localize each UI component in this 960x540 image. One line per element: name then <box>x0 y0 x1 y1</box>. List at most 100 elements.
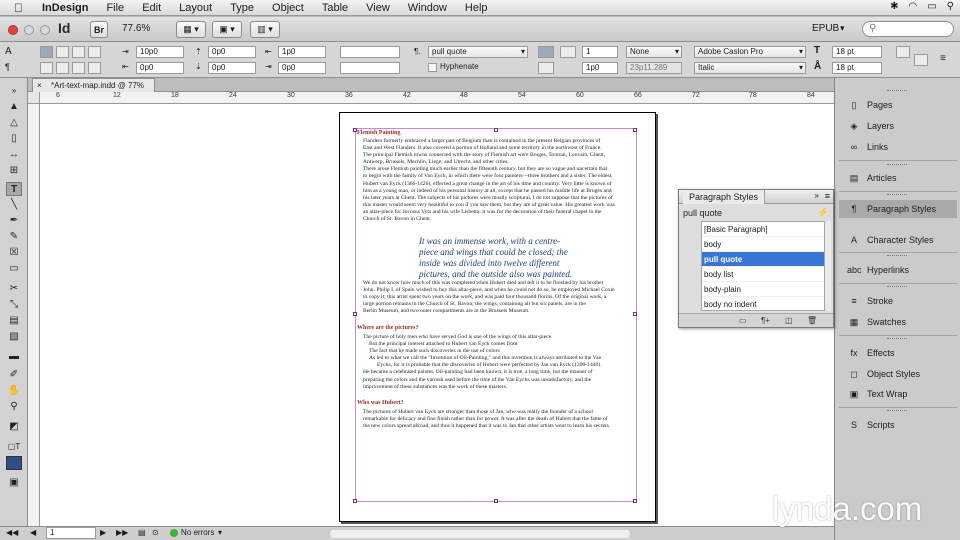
close-tab-icon[interactable]: × <box>37 79 42 92</box>
horizontal-ruler[interactable]: 6 12 18 24 30 36 42 48 54 60 66 72 78 84 <box>40 92 834 104</box>
dock-stroke[interactable]: ≡ Stroke <box>839 292 957 310</box>
preflight-profile-icon[interactable]: ⊙ <box>152 528 159 537</box>
search-field[interactable]: ⚲ <box>862 21 954 37</box>
gradient-feather-tool-icon[interactable]: ▧ <box>6 330 22 344</box>
dock-grip[interactable] <box>887 338 907 341</box>
selection-tool-icon[interactable]: ▲ <box>6 100 22 114</box>
minimize-window-icon[interactable] <box>24 25 34 35</box>
new-style-group-icon[interactable]: ▭ <box>739 316 747 325</box>
frame-handle[interactable] <box>353 499 357 503</box>
type-tool-icon[interactable]: T <box>6 182 22 196</box>
style-list-scrollbar[interactable] <box>825 221 831 311</box>
open-page-icon[interactable]: ▤ <box>138 528 146 537</box>
menu-layout[interactable]: Layout <box>170 0 221 16</box>
close-window-icon[interactable] <box>8 25 18 35</box>
menu-view[interactable]: View <box>357 0 399 16</box>
previous-page-icon[interactable]: ◀ <box>30 528 36 537</box>
dock-hyperlinks[interactable]: abc Hyperlinks <box>839 261 957 279</box>
dock-scripts[interactable]: S Scripts <box>839 416 957 434</box>
dock-grip[interactable] <box>887 194 907 197</box>
menu-type[interactable]: Type <box>221 0 263 16</box>
menu-app[interactable]: InDesign <box>33 0 97 16</box>
rectangle-frame-tool-icon[interactable]: ☒ <box>6 246 22 260</box>
document-tab[interactable]: × *Art-text-map.indd @ 77% <box>32 78 156 92</box>
left-indent-field[interactable]: 10p0 <box>136 46 184 58</box>
panel-menu-icon[interactable]: ≡ <box>825 191 830 201</box>
frame-handle[interactable] <box>353 312 357 316</box>
menu-help[interactable]: Help <box>456 0 497 16</box>
pull-quote[interactable]: It was an immense work, with a centre-pi… <box>419 236 572 280</box>
font-family-select[interactable]: Adobe Caslon Pro <box>694 46 806 58</box>
ruler-corner[interactable] <box>28 92 40 104</box>
apply-color-icon[interactable] <box>6 456 22 470</box>
frame-handle[interactable] <box>353 128 357 132</box>
hand-tool-icon[interactable]: ✋ <box>6 384 22 398</box>
style-row[interactable]: body no indent <box>702 297 824 310</box>
frame-handle[interactable] <box>494 499 498 503</box>
text-frame[interactable]: Flemish Painting Flanders formerly embra… <box>357 130 635 502</box>
fill-stroke-icon[interactable]: ◩ <box>6 420 22 434</box>
preflight-menu-icon[interactable]: ▾ <box>218 528 222 537</box>
space-field-a[interactable] <box>340 46 400 58</box>
menu-edit[interactable]: Edit <box>133 0 170 16</box>
page-tool-icon[interactable]: ▯ <box>6 132 22 146</box>
dock-grip[interactable] <box>887 410 907 413</box>
next-page-icon[interactable]: ▶ <box>100 528 106 537</box>
position-field[interactable]: 23p11.289 <box>626 62 682 74</box>
bridge-button[interactable]: Br <box>90 21 108 38</box>
baseline-grid-off-button[interactable] <box>538 46 554 58</box>
panel-tab[interactable]: Paragraph Styles <box>683 190 766 204</box>
baseline-grid-on-button[interactable] <box>538 62 554 74</box>
space-after-field[interactable]: 0p0 <box>208 62 256 74</box>
delete-style-icon[interactable]: 🗑 <box>807 316 817 325</box>
dock-layers[interactable]: ◈ Layers <box>839 117 957 135</box>
zoom-tool-icon[interactable]: ⚲ <box>6 400 22 414</box>
view-options-button[interactable]: ▦ ▾ <box>176 21 206 38</box>
quick-apply-button[interactable] <box>914 54 928 66</box>
dock-text-wrap[interactable]: ▣ Text Wrap <box>839 385 957 403</box>
align-towards-spine-button[interactable] <box>88 46 101 58</box>
frame-handle[interactable] <box>494 128 498 132</box>
frame-handle[interactable] <box>633 312 637 316</box>
free-transform-tool-icon[interactable]: ⤡ <box>6 298 22 312</box>
dock-pages[interactable]: ▯ Pages <box>839 96 957 114</box>
font-style-select[interactable]: Italic <box>694 62 806 74</box>
collapse-panel-icon[interactable]: » <box>815 191 819 200</box>
collapse-tools-icon[interactable]: » <box>6 84 22 98</box>
note-tool-icon[interactable]: ▬ <box>6 350 22 364</box>
menu-object[interactable]: Object <box>263 0 313 16</box>
dock-grip[interactable] <box>887 164 907 167</box>
align-right-button[interactable] <box>72 46 85 58</box>
last-line-indent-field[interactable]: 0p0 <box>278 62 326 74</box>
last-page-icon[interactable]: ▶▶ <box>116 528 128 537</box>
panel-title-bar[interactable]: Paragraph Styles » ≡ <box>679 190 833 204</box>
menu-table[interactable]: Table <box>313 0 357 16</box>
menu-file[interactable]: File <box>97 0 133 16</box>
character-mode-icon[interactable]: A <box>5 47 12 57</box>
new-style-icon[interactable]: ◫ <box>785 316 793 325</box>
bluetooth-icon[interactable]: ✱ <box>890 1 898 12</box>
align-left-button[interactable] <box>40 46 53 58</box>
justify-all-button[interactable] <box>88 62 101 74</box>
zoom-level[interactable]: 77.6% <box>122 23 150 34</box>
right-indent-field[interactable]: 1p0 <box>278 46 326 58</box>
screen-mode-button[interactable]: ▣ ▾ <box>212 21 242 38</box>
first-page-icon[interactable]: ◀◀ <box>6 528 18 537</box>
dock-grip[interactable] <box>887 90 907 93</box>
font-size-field[interactable]: 18 pt <box>832 46 882 58</box>
battery-icon[interactable]: ▭ <box>927 1 936 12</box>
character-style-select[interactable]: None <box>626 46 682 58</box>
apple-icon[interactable]:  <box>14 1 23 15</box>
formatting-container-icon[interactable]: ▢T <box>6 440 22 454</box>
frame-handle[interactable] <box>633 128 637 132</box>
page-number-field[interactable]: 1 <box>46 527 96 539</box>
panel-menu-icon[interactable]: ≡ <box>940 54 946 64</box>
hyphenate-checkbox[interactable] <box>428 63 437 72</box>
zoom-window-icon[interactable] <box>40 25 50 35</box>
style-row[interactable]: body-plain <box>702 282 824 297</box>
direct-selection-tool-icon[interactable]: △ <box>6 116 22 130</box>
leading-field[interactable]: 18 pt <box>832 62 882 74</box>
line-tool-icon[interactable]: ╲ <box>6 198 22 212</box>
paragraph-mode-icon[interactable]: ¶ <box>5 62 10 72</box>
spotlight-icon[interactable]: ⚲ <box>947 1 954 12</box>
